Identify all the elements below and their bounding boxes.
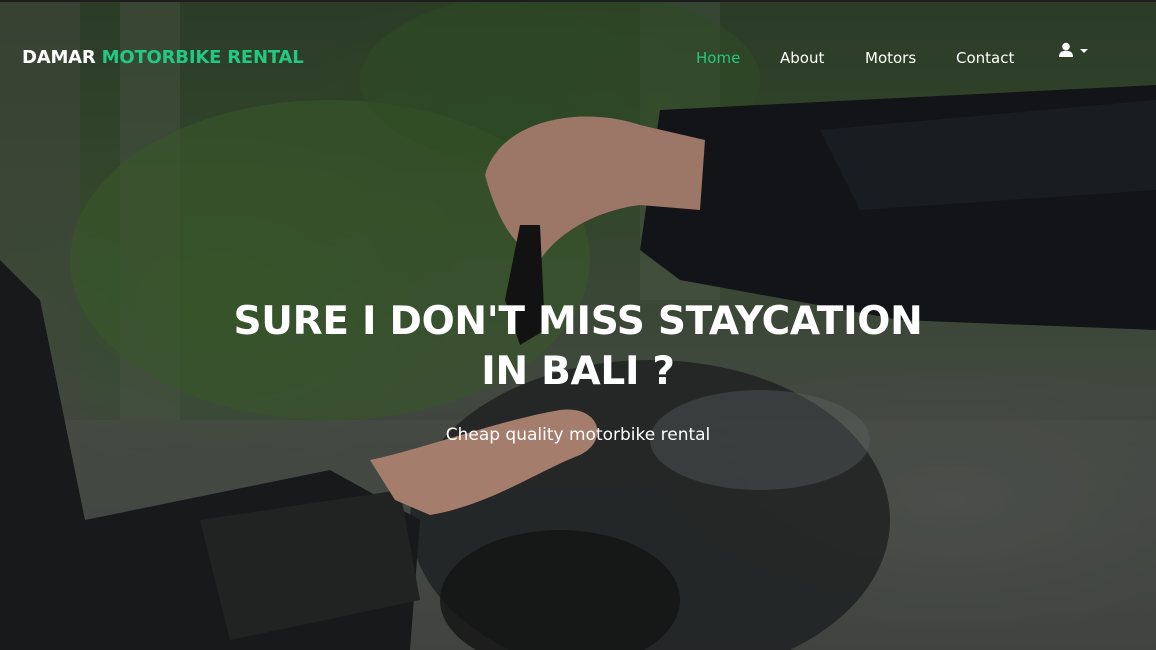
- brand-primary: DAMAR: [22, 47, 96, 68]
- nav-home-link[interactable]: Home: [696, 49, 740, 67]
- hero-title-line2: IN BALI ?: [481, 349, 675, 394]
- hero-text-block: SURE I DON'T MISS STAYCATION IN BALI ? C…: [178, 297, 978, 445]
- user-icon: [1059, 42, 1073, 57]
- hero-subtitle: Cheap quality motorbike rental: [445, 425, 711, 445]
- nav-contact-link[interactable]: Contact: [956, 49, 1014, 67]
- nav-about-link[interactable]: About: [780, 49, 824, 67]
- brand-accent: MOTORBIKE RENTAL: [101, 47, 304, 68]
- hero-section: DAMAR MOTORBIKE RENTAL Home About Motors…: [0, 0, 1156, 650]
- user-menu-dropdown[interactable]: [1058, 42, 1092, 62]
- hero-title-line1: SURE I DON'T MISS STAYCATION: [233, 299, 923, 344]
- brand-logo[interactable]: DAMAR MOTORBIKE RENTAL: [22, 47, 304, 68]
- hero-title: SURE I DON'T MISS STAYCATION IN BALI ?: [178, 297, 978, 397]
- caret-down-icon: [1080, 49, 1088, 53]
- navbar: DAMAR MOTORBIKE RENTAL Home About Motors…: [0, 0, 1156, 115]
- nav-motors-link[interactable]: Motors: [865, 49, 916, 67]
